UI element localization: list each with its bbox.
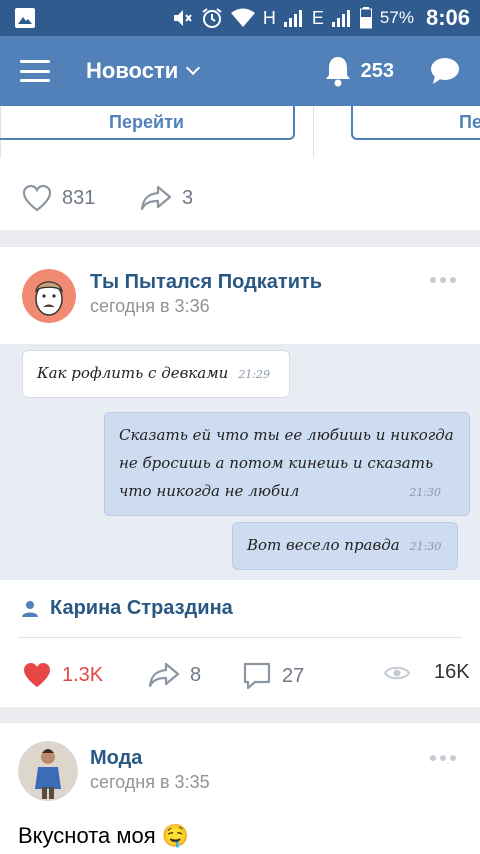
views-indicator: 16K — [384, 661, 470, 684]
post-card: Ты Пытался Подкатить сегодня в 3:36 Как … — [0, 247, 480, 707]
battery-percent: 57% — [379, 8, 414, 27]
views-count: 16K — [434, 661, 470, 683]
menu-icon[interactable] — [20, 60, 50, 82]
chat-message-time: 21:29 — [238, 368, 271, 381]
signer-name: Карина Страздина — [50, 597, 233, 619]
chat-message-line: не бросишь а потом кинешь и сказать — [119, 454, 434, 472]
avatar[interactable] — [22, 269, 76, 323]
goto-button[interactable]: Перейти — [0, 106, 295, 140]
more-options-icon[interactable] — [430, 755, 456, 761]
chat-message-line: что никогда не любил 21:30 — [119, 482, 442, 500]
user-icon — [22, 600, 38, 617]
chevron-down-icon — [186, 60, 201, 76]
like-count: 1.3K — [62, 663, 104, 686]
comment-button[interactable]: 27 — [242, 661, 304, 691]
post-text: Вкуснота моя 🤤 — [18, 823, 190, 848]
status-bar: H E 57% 8:06 — [0, 0, 480, 36]
post-author[interactable]: Мода — [90, 747, 210, 770]
feed-selector[interactable]: Новости — [86, 58, 201, 84]
share-icon — [140, 185, 172, 211]
top-app-bar: Новости 253 — [0, 36, 480, 106]
bell-icon — [325, 57, 350, 87]
post-signer[interactable]: Карина Страздина — [22, 597, 233, 620]
post-header: Ты Пытался Подкатить сегодня в 3:36 — [22, 269, 322, 323]
mute-icon — [171, 7, 193, 29]
more-options-icon[interactable] — [430, 277, 456, 283]
previous-post-card: Перейти Пе 831 3 — [0, 106, 480, 230]
chat-message-text: Как рофлить с девками — [37, 364, 229, 382]
post-image-chat-screenshot[interactable]: Как рофлить с девками 21:29 Сказать ей чт… — [0, 344, 480, 580]
share-button[interactable]: 3 — [140, 184, 193, 212]
carousel-item-edge — [313, 106, 314, 158]
post-author[interactable]: Ты Пытался Подкатить — [90, 271, 322, 294]
notifications-count: 253 — [360, 59, 394, 82]
share-count: 3 — [182, 186, 194, 209]
chat-message-time: 21:30 — [409, 486, 442, 499]
signal-icon — [283, 9, 304, 27]
network-type-h: H — [262, 7, 276, 28]
eye-icon — [384, 666, 410, 679]
alarm-icon — [201, 7, 223, 29]
next-post-card: Мода сегодня в 3:35 Вкуснота моя 🤤 — [0, 723, 480, 854]
like-count: 831 — [62, 186, 96, 209]
chat-message-line: Сказать ей что ты ее любишь и никогда — [119, 426, 454, 444]
comment-icon — [243, 662, 271, 690]
notifications-button[interactable]: 253 — [323, 55, 394, 87]
post-header: Мода сегодня в 3:35 — [18, 741, 210, 801]
chat-message-text: Вот весело правда — [247, 536, 400, 554]
post-time: сегодня в 3:35 — [90, 772, 210, 792]
goto-button-2[interactable]: Пе — [351, 106, 480, 140]
chat-bubble-outgoing: Сказать ей что ты ее любишь и никогда не… — [104, 412, 470, 516]
like-button[interactable]: 1.3K — [22, 661, 103, 689]
share-count: 8 — [190, 663, 202, 686]
heart-icon — [22, 184, 52, 212]
clock: 8:06 — [425, 5, 470, 30]
signal-icon-2 — [331, 9, 352, 27]
battery-icon — [359, 7, 372, 29]
network-type-e: E — [311, 7, 324, 28]
share-icon — [148, 662, 180, 688]
chat-message-time: 21:30 — [409, 540, 442, 553]
wifi-icon — [230, 8, 255, 28]
avatar[interactable] — [18, 741, 78, 801]
image-icon — [14, 7, 36, 29]
divider — [18, 637, 462, 638]
heart-filled-icon — [24, 663, 50, 687]
chat-bubble-incoming: Как рофлить с девками 21:29 — [22, 350, 290, 398]
chat-bubble-outgoing-2: Вот весело правда 21:30 — [232, 522, 458, 570]
post-time: сегодня в 3:36 — [90, 296, 210, 316]
comment-count: 27 — [282, 664, 305, 687]
like-button[interactable]: 831 — [22, 184, 95, 212]
messages-icon[interactable] — [430, 57, 460, 85]
share-button[interactable]: 8 — [148, 661, 201, 689]
page-title: Новости — [86, 58, 179, 83]
